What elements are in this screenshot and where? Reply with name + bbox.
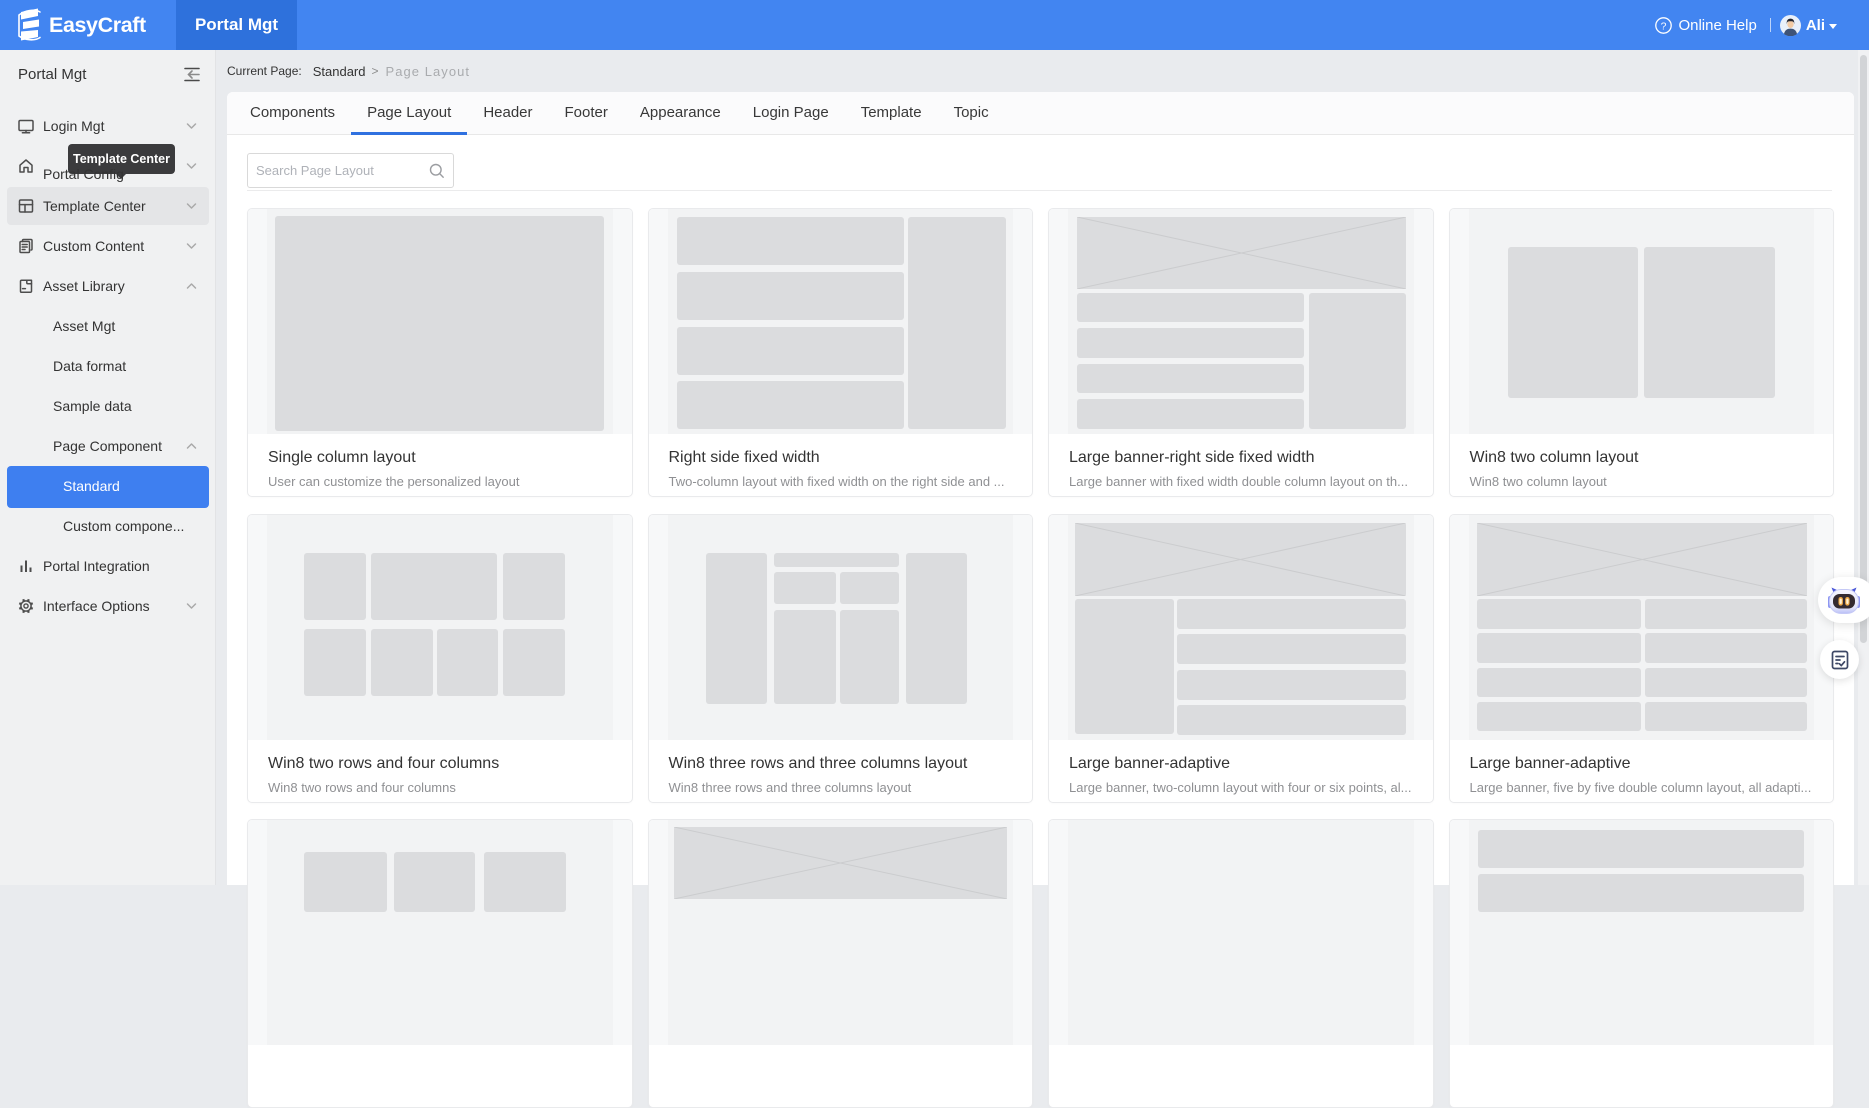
svg-text:?: ? bbox=[1661, 20, 1667, 32]
